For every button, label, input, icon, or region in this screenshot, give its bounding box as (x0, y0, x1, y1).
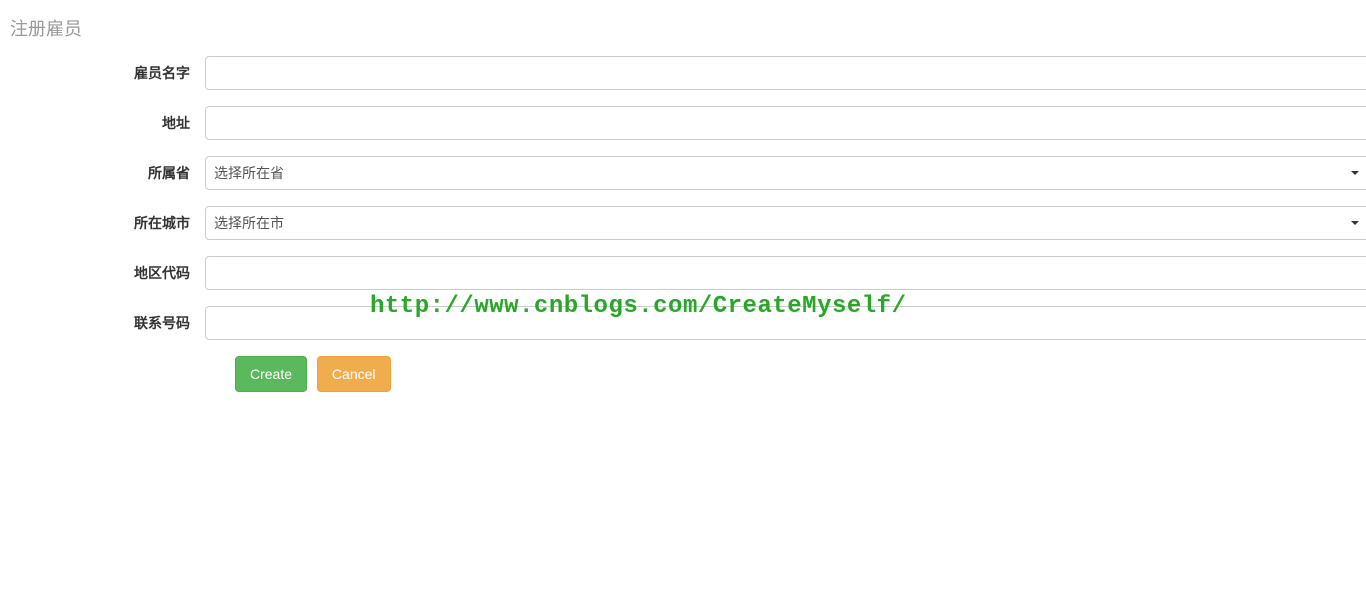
input-address[interactable] (205, 106, 1366, 140)
input-phone[interactable] (205, 306, 1366, 340)
form-row-areacode: 地区代码 (0, 256, 1366, 290)
button-group: Create Cancel (235, 356, 1366, 392)
page-title: 注册雇员 (0, 0, 1366, 56)
form-row-name: 雇员名字 (0, 56, 1366, 90)
form-row-province: 所属省 选择所在省 (0, 156, 1366, 190)
select-province[interactable]: 选择所在省 (205, 156, 1366, 190)
label-name: 雇员名字 (0, 63, 205, 83)
input-areacode[interactable] (205, 256, 1366, 290)
label-areacode: 地区代码 (0, 263, 205, 283)
form-row-address: 地址 (0, 106, 1366, 140)
form-row-phone: 联系号码 (0, 306, 1366, 340)
label-address: 地址 (0, 113, 205, 133)
label-province: 所属省 (0, 163, 205, 183)
create-button[interactable]: Create (235, 356, 307, 392)
form-row-city: 所在城市 选择所在市 (0, 206, 1366, 240)
select-city[interactable]: 选择所在市 (205, 206, 1366, 240)
label-city: 所在城市 (0, 213, 205, 233)
label-phone: 联系号码 (0, 313, 205, 333)
input-name[interactable] (205, 56, 1366, 90)
cancel-button[interactable]: Cancel (317, 356, 391, 392)
